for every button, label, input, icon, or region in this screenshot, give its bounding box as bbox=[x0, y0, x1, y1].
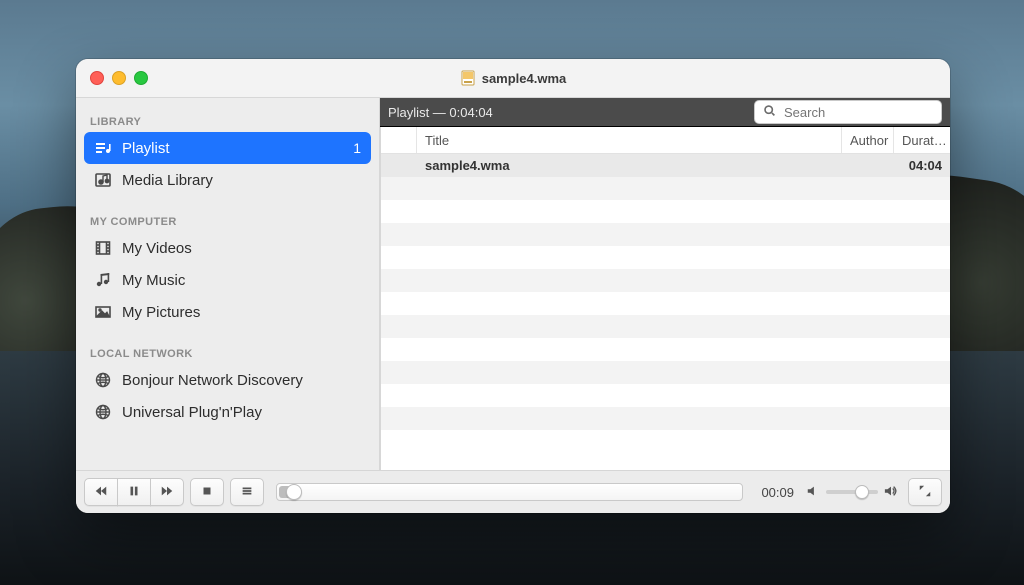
sidebar-item-label: My Pictures bbox=[122, 304, 200, 321]
sidebar-item-media-library[interactable]: Media Library bbox=[84, 164, 371, 196]
next-button[interactable] bbox=[150, 478, 184, 506]
search-input[interactable] bbox=[782, 104, 916, 121]
column-header-author[interactable]: Author bbox=[842, 127, 894, 153]
sidebar-item-playlist[interactable]: Playlist 1 bbox=[84, 132, 371, 164]
column-header-title[interactable]: Title bbox=[417, 127, 842, 153]
table-row-empty bbox=[381, 223, 950, 246]
volume-knob[interactable] bbox=[855, 485, 869, 499]
zoom-window-button[interactable] bbox=[134, 71, 148, 85]
volume-slider[interactable] bbox=[826, 490, 878, 494]
pause-icon bbox=[127, 484, 141, 501]
sidebar-item-my-pictures[interactable]: My Pictures bbox=[84, 296, 371, 328]
media-player-window: sample4.wma LIBRARY Playlist 1 Media Librar… bbox=[76, 59, 950, 513]
volume-low-icon bbox=[806, 484, 820, 501]
seek-slider[interactable] bbox=[276, 483, 743, 501]
sidebar-item-label: Bonjour Network Discovery bbox=[122, 372, 303, 389]
table-row-empty bbox=[381, 292, 950, 315]
player-controls: 00:09 bbox=[76, 470, 950, 513]
sidebar-item-label: My Videos bbox=[122, 240, 192, 257]
window-title: sample4.wma bbox=[76, 70, 950, 86]
sidebar-item-label: My Music bbox=[122, 272, 185, 289]
stop-button[interactable] bbox=[190, 478, 224, 506]
sidebar-item-label: Media Library bbox=[122, 172, 213, 189]
close-window-button[interactable] bbox=[90, 71, 104, 85]
sidebar-section-title: LOCAL NETWORK bbox=[90, 348, 365, 360]
volume-high-icon bbox=[884, 484, 898, 501]
window-title-text: sample4.wma bbox=[482, 71, 567, 86]
table-row-empty bbox=[381, 200, 950, 223]
window-controls bbox=[90, 71, 148, 85]
transport-buttons bbox=[84, 478, 184, 506]
table-row-empty bbox=[381, 384, 950, 407]
playlist-table: Title Author Durat… sample4.wma 04:04 bbox=[380, 127, 950, 470]
sidebar-item-universal-plug-n-play[interactable]: Universal Plug'n'Play bbox=[84, 396, 371, 428]
sidebar-item-badge: 1 bbox=[353, 140, 361, 156]
window-titlebar[interactable]: sample4.wma bbox=[76, 59, 950, 98]
sidebar-item-my-videos[interactable]: My Videos bbox=[84, 232, 371, 264]
table-row-empty bbox=[381, 177, 950, 200]
main-panel: Playlist — 0:04:04 Title Author Durat… bbox=[380, 98, 950, 470]
sidebar-item-label: Universal Plug'n'Play bbox=[122, 404, 262, 421]
column-header-duration[interactable]: Durat… bbox=[894, 127, 950, 153]
table-header: Title Author Durat… bbox=[381, 127, 950, 154]
sidebar-section-title: MY COMPUTER bbox=[90, 216, 365, 228]
globe-icon bbox=[94, 371, 112, 389]
search-field[interactable] bbox=[754, 100, 942, 124]
table-row-empty bbox=[381, 246, 950, 269]
media-library-icon bbox=[94, 171, 112, 189]
sidebar-item-label: Playlist bbox=[122, 140, 170, 157]
forward-icon bbox=[160, 484, 174, 501]
playlist-header-text: Playlist — 0:04:04 bbox=[388, 105, 493, 120]
search-icon bbox=[763, 104, 776, 120]
table-row-empty bbox=[381, 338, 950, 361]
desktop-background: sample4.wma LIBRARY Playlist 1 Media Librar… bbox=[0, 0, 1024, 585]
table-row-empty bbox=[381, 315, 950, 338]
column-header-playing[interactable] bbox=[381, 127, 417, 153]
playlist-icon bbox=[94, 139, 112, 157]
film-icon bbox=[94, 239, 112, 257]
time-elapsed: 00:09 bbox=[761, 485, 794, 500]
sidebar-item-my-music[interactable]: My Music bbox=[84, 264, 371, 296]
sidebar: LIBRARY Playlist 1 Media Library MY COMPUTER… bbox=[76, 98, 380, 470]
table-row[interactable]: sample4.wma 04:04 bbox=[381, 154, 950, 177]
table-body: sample4.wma 04:04 bbox=[381, 154, 950, 470]
rewind-icon bbox=[94, 484, 108, 501]
list-icon bbox=[240, 484, 254, 501]
previous-button[interactable] bbox=[84, 478, 118, 506]
playlist-header-bar: Playlist — 0:04:04 bbox=[380, 98, 950, 127]
file-icon bbox=[460, 70, 476, 86]
sidebar-section-title: LIBRARY bbox=[90, 116, 365, 128]
table-row-empty bbox=[381, 269, 950, 292]
play-pause-button[interactable] bbox=[117, 478, 151, 506]
seek-knob[interactable] bbox=[286, 484, 302, 500]
sidebar-item-bonjour-network-discovery[interactable]: Bonjour Network Discovery bbox=[84, 364, 371, 396]
table-row-empty bbox=[381, 361, 950, 384]
table-row-empty bbox=[381, 407, 950, 430]
fullscreen-icon bbox=[918, 484, 932, 501]
cell-title: sample4.wma bbox=[417, 158, 842, 173]
pictures-icon bbox=[94, 303, 112, 321]
volume-control bbox=[806, 484, 898, 501]
globe-icon bbox=[94, 403, 112, 421]
music-note-icon bbox=[94, 271, 112, 289]
cell-duration: 04:04 bbox=[894, 158, 950, 173]
stop-icon bbox=[200, 484, 214, 501]
fullscreen-button[interactable] bbox=[908, 478, 942, 506]
minimize-window-button[interactable] bbox=[112, 71, 126, 85]
playlist-toggle-button[interactable] bbox=[230, 478, 264, 506]
